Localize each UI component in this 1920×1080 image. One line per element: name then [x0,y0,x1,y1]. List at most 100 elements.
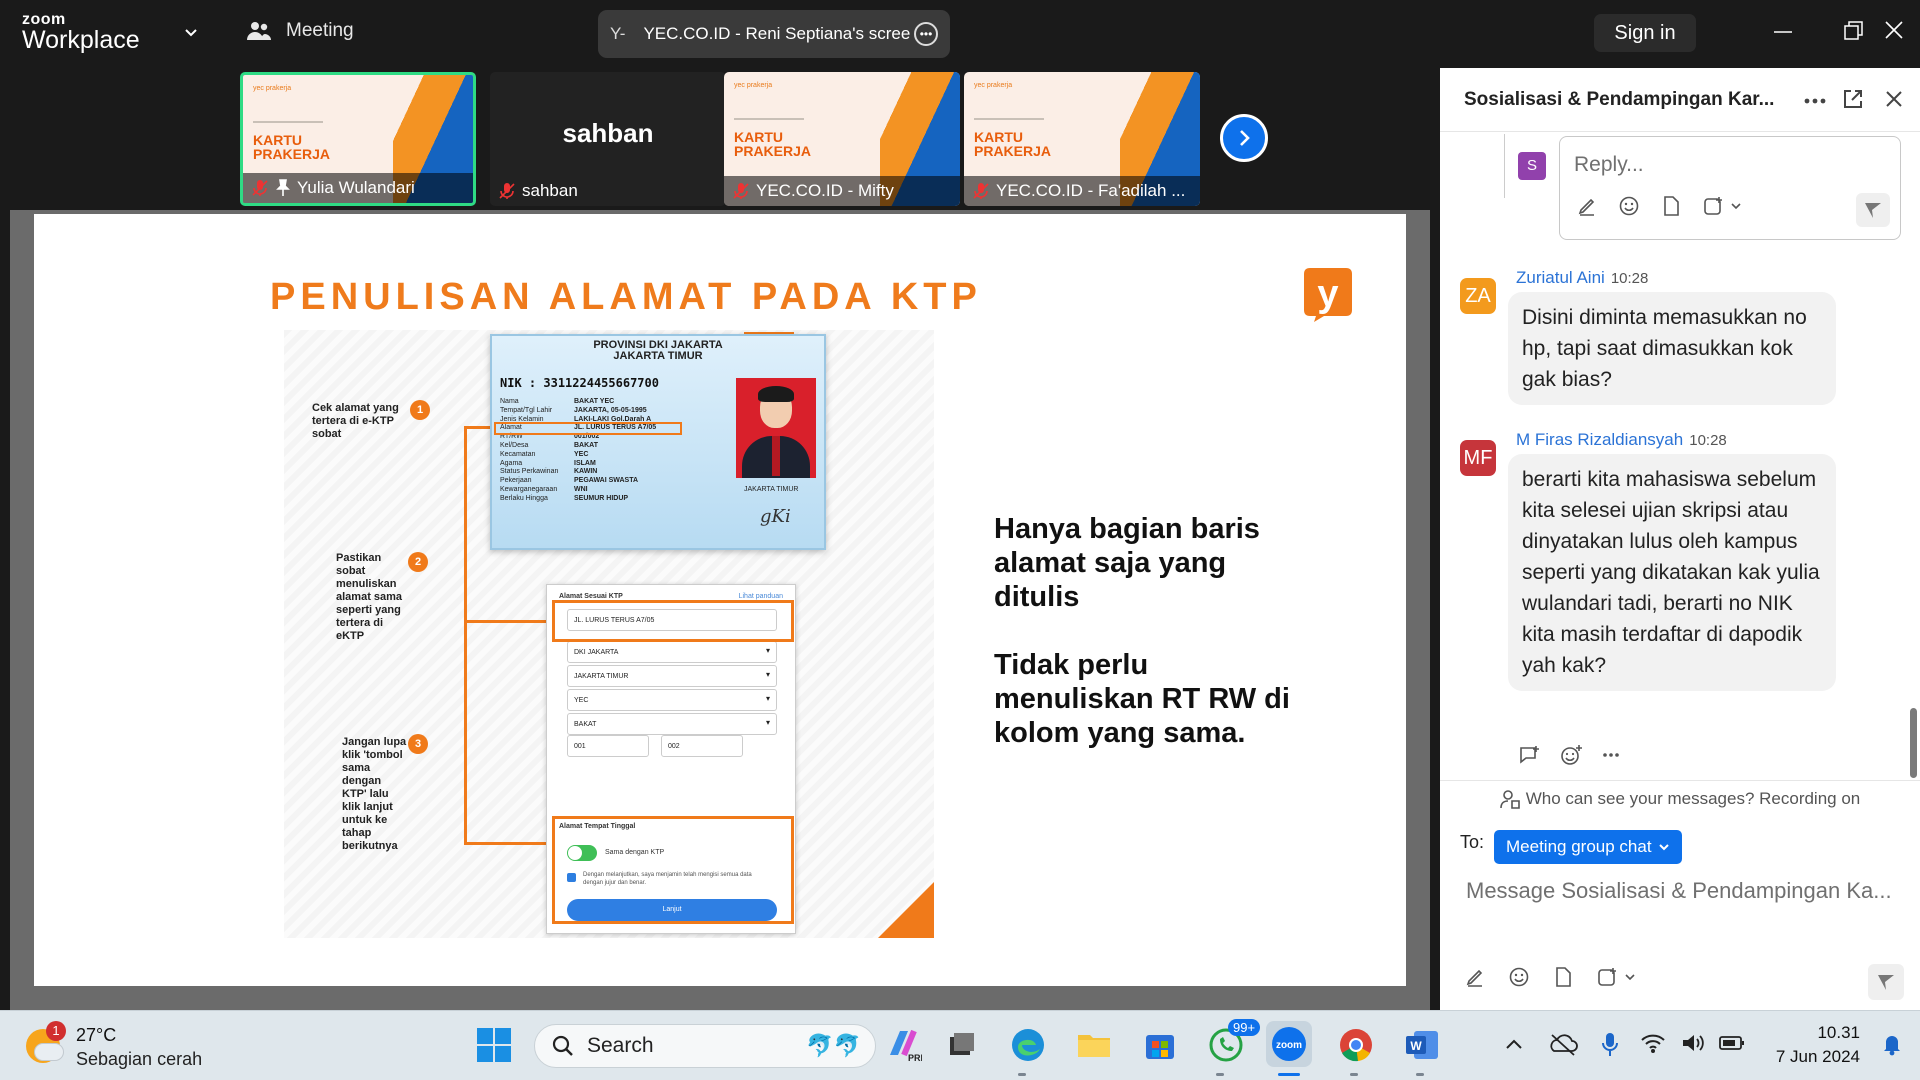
chrome-icon[interactable] [1336,1025,1376,1065]
thumb-title-2: PRAKERJA [974,143,1052,159]
corner-accent [878,882,934,938]
format-icon[interactable] [1576,195,1598,217]
microsoft-store-icon[interactable] [1140,1025,1180,1065]
emoji-icon[interactable] [1618,195,1640,217]
user-lock-icon [1499,789,1520,809]
message-bubble: Disini diminta memasukkan no hp, tapi sa… [1508,292,1836,405]
privacy-notice[interactable]: Who can see your messages? Recording on [1440,780,1920,816]
title-bar: zoom Workplace Meeting Y- YEC.CO.ID - Re… [0,0,1920,68]
avatar-initials: ZA [1465,285,1491,307]
connector-line [464,842,552,845]
ktp-value: BAKAT [574,441,598,449]
zoom-taskbar-button[interactable]: zoom [1266,1021,1312,1067]
search-icon [552,1035,573,1056]
participant-tile[interactable]: yec prakerja KARTU PRAKERJA Yulia Wulanda… [240,72,476,206]
thumb-title: KARTU PRAKERJA [253,133,330,161]
battery-icon[interactable] [1718,1031,1746,1055]
next-page-button[interactable] [1220,114,1268,162]
emoji-icon[interactable] [1508,966,1530,988]
share-prefix: Y- [610,24,626,43]
recipient-select[interactable]: Meeting group chat [1494,830,1682,864]
mic-muted-icon [973,183,989,199]
add-reaction-icon[interactable] [1560,744,1584,766]
file-explorer-icon[interactable] [1074,1025,1114,1065]
weather-desc: Sebagian cerah [76,1049,203,1069]
more-icon[interactable] [1804,98,1826,104]
wifi-icon[interactable] [1640,1031,1666,1055]
notification-bell-icon[interactable] [1880,1031,1904,1057]
avatar: S [1518,152,1546,180]
participant-tile[interactable]: sahban sahban [490,72,726,206]
sender-name[interactable]: M Firas Rizaldiansyah [1516,430,1683,449]
screenshot-icon[interactable] [1596,966,1636,988]
form-rw-field: 002 [661,735,743,757]
meeting-menu[interactable]: Meeting [246,20,354,42]
file-icon[interactable] [1552,966,1574,988]
more-icon[interactable]: ••• [914,22,938,46]
clock[interactable]: 10.31 7 Jun 2024 [1760,1021,1860,1069]
reply-send-button[interactable] [1856,193,1890,227]
thumb-brand: yec prakerja [974,82,1013,89]
thumb-title: KARTU PRAKERJA [974,130,1051,158]
thumb-title-2: PRAKERJA [253,146,331,162]
word-icon[interactable]: W [1402,1025,1442,1065]
reply-thread-icon[interactable] [1518,744,1542,766]
ktp-photo [736,378,816,478]
task-view-icon[interactable] [942,1025,982,1065]
participant-tile[interactable]: yec prakerja KARTU PRAKERJA YEC.CO.ID - M… [724,72,960,206]
chat-scrollbar[interactable] [1910,708,1917,778]
edge-icon[interactable] [1008,1025,1048,1065]
screenshot-icon[interactable] [1702,195,1742,217]
thread-line [1504,134,1505,198]
chevron-down-icon[interactable] [183,24,199,40]
thumb-brand: yec prakerja [253,85,292,92]
chevron-up-icon[interactable] [1504,1035,1524,1055]
nik-value: 3311224455667700 [543,376,659,390]
recipient-value: Meeting group chat [1506,837,1652,856]
send-button[interactable] [1868,964,1904,1000]
yec-logo: y [1304,268,1352,322]
sender-name[interactable]: Zuriatul Aini [1516,268,1605,287]
close-icon[interactable] [1884,18,1904,48]
address-field-highlight [552,600,794,642]
ktp-value: ISLAM [574,459,596,467]
windows-start-icon[interactable] [474,1025,514,1065]
logo-bottom: Workplace [22,26,140,54]
file-icon[interactable] [1660,195,1682,217]
screen-share-tab[interactable]: Y- YEC.CO.ID - Reni Septiana's scree ••• [598,10,950,58]
more-icon[interactable] [1602,752,1620,758]
pop-out-icon[interactable] [1842,88,1864,110]
format-icon[interactable] [1464,966,1486,988]
ktp-illustration: PROVINSI DKI JAKARTA JAKARTA TIMUR NIK : … [284,330,934,938]
to-label: To: [1460,832,1485,852]
copilot-icon[interactable]: PRE [882,1025,922,1065]
minimize-icon[interactable] [1774,18,1792,48]
onedrive-icon[interactable] [1548,1031,1578,1057]
reply-input[interactable]: Reply... [1559,136,1901,240]
volume-icon[interactable] [1680,1031,1706,1055]
participant-tile[interactable]: yec prakerja KARTU PRAKERJA YEC.CO.ID - F… [964,72,1200,206]
search-highlight-icon: 🐬🐬 [806,1033,861,1058]
microphone-icon[interactable] [1600,1031,1620,1059]
restore-icon[interactable] [1844,18,1864,48]
windows-taskbar: 1 27°C Sebagian cerah Search 🐬🐬 PRE 99+ … [0,1010,1920,1080]
ktp-field: Pekerjaan [500,477,532,485]
ktp-row: Kecamatan YEC [500,451,656,460]
close-icon[interactable] [1884,88,1904,110]
sign-in-button[interactable]: Sign in [1594,14,1696,52]
running-indicator [1018,1073,1026,1076]
message-input[interactable]: Message Sosialisasi & Pendampingan Ka... [1466,878,1912,904]
ktp-city: JAKARTA TIMUR [613,350,703,362]
ktp-row: Kel/Desa BAKAT [500,442,656,451]
mic-muted-icon [252,180,268,196]
form-village-field: BAKAT [567,713,777,735]
search-label: Search [587,1034,654,1057]
thumb-title-1: KARTU [253,132,302,148]
privacy-text: Who can see your messages? Recording on [1525,788,1861,808]
svg-text:W: W [1410,1039,1422,1053]
zoom-logo[interactable]: zoom Workplace [22,12,140,53]
send-icon [1878,975,1894,990]
pin-icon [276,179,290,196]
taskbar-search[interactable]: Search 🐬🐬 [534,1024,876,1068]
message-meta: M Firas Rizaldiansyah 10:28 [1516,430,1727,450]
